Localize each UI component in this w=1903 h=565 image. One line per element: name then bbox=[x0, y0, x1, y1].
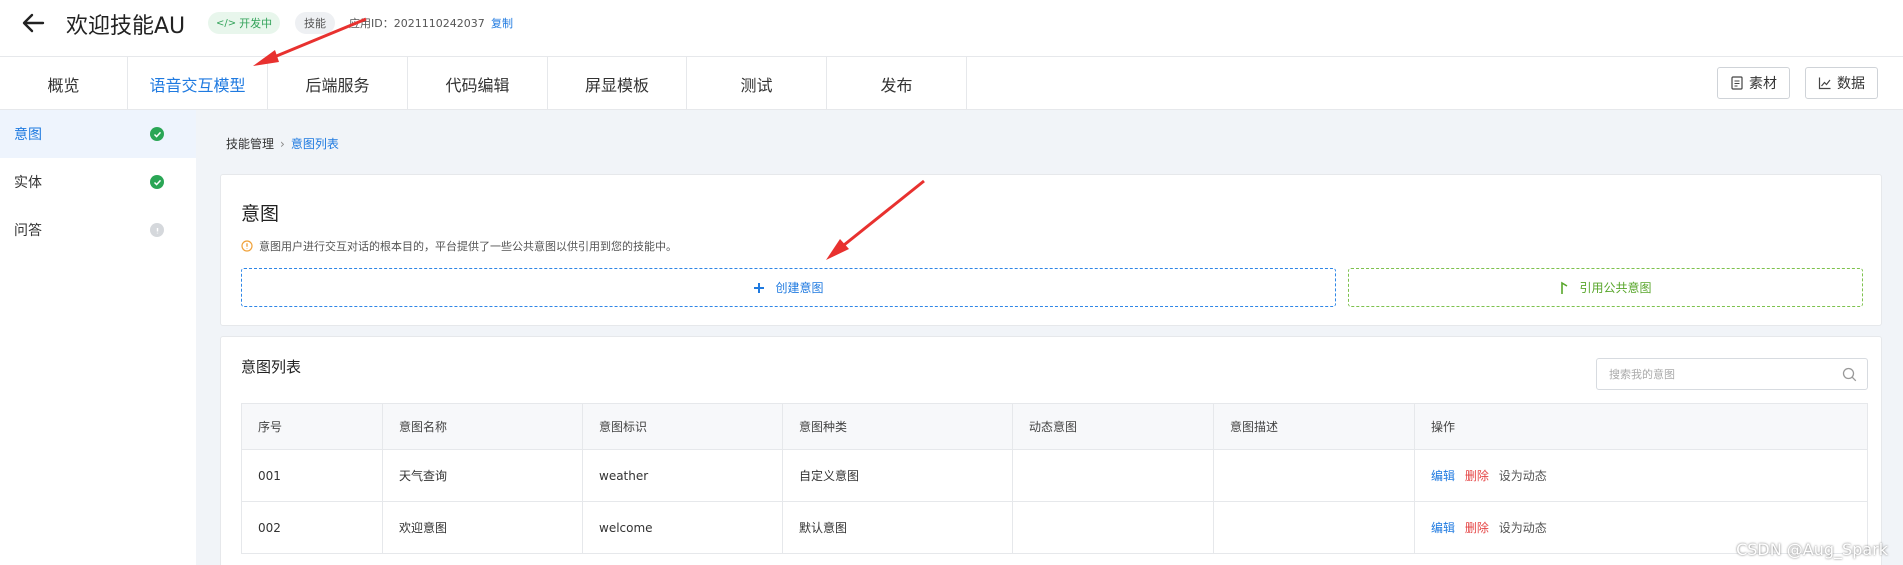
sidebar-item-entity[interactable]: 实体 bbox=[0, 158, 196, 206]
cell-desc bbox=[1213, 501, 1415, 554]
set-dynamic-link[interactable]: 设为动态 bbox=[1499, 469, 1547, 483]
intent-tip: 意图用户进行交互对话的根本目的，平台提供了一些公共意图以供引用到您的技能中。 bbox=[241, 238, 677, 254]
cell-kind: 自定义意图 bbox=[782, 449, 1013, 502]
reference-public-intent-label: 引用公共意图 bbox=[1579, 281, 1652, 295]
tab-overview[interactable]: 概览 bbox=[0, 57, 128, 110]
app-header: 欢迎技能AU </> 开发中 技能 应用ID：2021110242037 复制 bbox=[0, 0, 1903, 46]
column-header: 序号 bbox=[241, 403, 383, 450]
cell-dynamic bbox=[1012, 449, 1214, 502]
intent-list-card: 意图列表 搜索我的意图 序号 意图名称 意图标识 意图种类 动态意图 意图描述 bbox=[220, 336, 1882, 565]
cell-kind: 默认意图 bbox=[782, 501, 1013, 554]
intent-card: 意图 意图用户进行交互对话的根本目的，平台提供了一些公共意图以供引用到您的技能中… bbox=[220, 174, 1882, 326]
info-icon bbox=[241, 240, 253, 252]
tab-display-template[interactable]: 屏显模板 bbox=[548, 57, 687, 110]
code-icon: </> bbox=[216, 17, 237, 29]
data-button-label: 数据 bbox=[1837, 76, 1865, 92]
column-header: 意图名称 bbox=[382, 403, 583, 450]
status-badge: </> 开发中 bbox=[208, 12, 281, 34]
copy-link[interactable]: 复制 bbox=[491, 15, 513, 31]
cell-dynamic bbox=[1012, 501, 1214, 554]
cell-name: 天气查询 bbox=[382, 449, 583, 502]
sidebar-item-intent[interactable]: 意图 bbox=[0, 110, 196, 158]
column-header: 意图描述 bbox=[1213, 403, 1415, 450]
search-icon[interactable] bbox=[1842, 367, 1857, 385]
info-circle-icon bbox=[150, 223, 164, 237]
cell-no: 001 bbox=[241, 449, 383, 502]
sidebar-item-label: 意图 bbox=[14, 127, 42, 143]
app-title: 欢迎技能AU bbox=[66, 14, 186, 39]
search-input[interactable]: 搜索我的意图 bbox=[1596, 358, 1868, 390]
status-badge-label: 开发中 bbox=[239, 17, 273, 30]
cell-id: welcome bbox=[582, 501, 783, 554]
edit-link[interactable]: 编辑 bbox=[1431, 521, 1455, 535]
column-header: 操作 bbox=[1414, 403, 1868, 450]
sidebar: 意图 实体 问答 bbox=[0, 110, 196, 565]
edit-link[interactable]: 编辑 bbox=[1431, 469, 1455, 483]
breadcrumb: 技能管理 › 意图列表 bbox=[226, 135, 339, 152]
intent-card-title: 意图 bbox=[241, 203, 280, 225]
sidebar-item-label: 实体 bbox=[14, 175, 42, 191]
column-header: 意图标识 bbox=[582, 403, 783, 450]
intent-list-title: 意图列表 bbox=[241, 358, 302, 376]
create-intent-button[interactable]: 创建意图 bbox=[241, 268, 1336, 307]
cell-id: weather bbox=[582, 449, 783, 502]
cell-name: 欢迎意图 bbox=[382, 501, 583, 554]
type-badge: 技能 bbox=[295, 12, 335, 34]
check-circle-icon bbox=[150, 127, 164, 141]
search-placeholder: 搜索我的意图 bbox=[1609, 368, 1675, 381]
delete-link[interactable]: 删除 bbox=[1465, 469, 1489, 483]
back-button[interactable] bbox=[18, 8, 48, 38]
breadcrumb-current: 意图列表 bbox=[290, 137, 339, 151]
table-row: 001 天气查询 weather 自定义意图 编辑 删除 设为动态 bbox=[241, 449, 1868, 502]
intent-table: 序号 意图名称 意图标识 意图种类 动态意图 意图描述 操作 001 天气查询 … bbox=[241, 403, 1868, 554]
tab-publish[interactable]: 发布 bbox=[827, 57, 967, 110]
app-id: 应用ID：2021110242037 bbox=[349, 17, 485, 30]
create-intent-label: 创建意图 bbox=[775, 281, 824, 295]
tab-voice-model[interactable]: 语音交互模型 bbox=[128, 57, 268, 110]
tab-code-editor[interactable]: 代码编辑 bbox=[408, 57, 548, 110]
main-tabs: 概览 语音交互模型 后端服务 代码编辑 屏显模板 测试 发布 素材 数据 bbox=[0, 56, 1903, 110]
table-row: 002 欢迎意图 welcome 默认意图 编辑 删除 设为动态 bbox=[241, 501, 1868, 554]
cell-desc bbox=[1213, 449, 1415, 502]
cell-ops: 编辑 删除 设为动态 bbox=[1414, 449, 1868, 502]
cell-no: 002 bbox=[241, 501, 383, 554]
arrow-left-icon bbox=[22, 13, 45, 33]
material-button-label: 素材 bbox=[1749, 76, 1777, 92]
intent-tip-text: 意图用户进行交互对话的根本目的，平台提供了一些公共意图以供引用到您的技能中。 bbox=[259, 240, 677, 253]
sidebar-item-label: 问答 bbox=[14, 223, 42, 239]
link-icon bbox=[1561, 281, 1568, 294]
table-header-row: 序号 意图名称 意图标识 意图种类 动态意图 意图描述 操作 bbox=[241, 403, 1868, 450]
material-button[interactable]: 素材 bbox=[1717, 67, 1790, 99]
data-button[interactable]: 数据 bbox=[1805, 67, 1878, 99]
plus-icon bbox=[754, 282, 765, 293]
delete-link[interactable]: 删除 bbox=[1465, 521, 1489, 535]
document-icon bbox=[1731, 76, 1743, 90]
set-dynamic-link[interactable]: 设为动态 bbox=[1499, 521, 1547, 535]
line-chart-icon bbox=[1818, 77, 1831, 90]
check-circle-icon bbox=[150, 175, 164, 189]
main-content: 技能管理 › 意图列表 意图 意图用户进行交互对话的根本目的，平台提供了一些公共… bbox=[196, 110, 1903, 565]
column-header: 动态意图 bbox=[1012, 403, 1214, 450]
chevron-right-icon: › bbox=[280, 136, 285, 151]
sidebar-item-qa[interactable]: 问答 bbox=[0, 206, 196, 254]
reference-public-intent-button[interactable]: 引用公共意图 bbox=[1348, 268, 1863, 307]
column-header: 意图种类 bbox=[782, 403, 1013, 450]
breadcrumb-parent[interactable]: 技能管理 bbox=[226, 135, 274, 152]
watermark: CSDN @Aug_Spark bbox=[1736, 540, 1888, 559]
tab-test[interactable]: 测试 bbox=[687, 57, 827, 110]
tab-backend[interactable]: 后端服务 bbox=[268, 57, 408, 110]
